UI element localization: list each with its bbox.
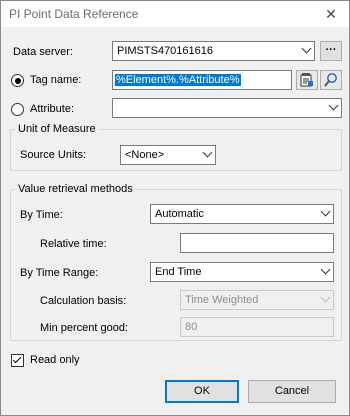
attribute-label: Attribute: (30, 103, 75, 115)
data-server-dropdown[interactable]: PIMSTS470161616 (112, 41, 315, 61)
unit-of-measure-title: Unit of Measure (15, 123, 99, 135)
close-icon: ✕ (325, 6, 337, 22)
close-button[interactable]: ✕ (317, 2, 345, 26)
chevron-down-icon (202, 147, 213, 158)
search-icon (324, 73, 337, 87)
chevron-down-icon (328, 100, 339, 111)
calculation-basis-dropdown[interactable]: Time Weighted (180, 290, 334, 310)
window-title: PI Point Data Reference (9, 7, 139, 21)
chevron-down-icon (320, 292, 331, 303)
attribute-dropdown[interactable] (112, 98, 342, 118)
source-units-value: <None> (125, 149, 165, 161)
data-server-browse-button[interactable]: ··· (320, 41, 342, 61)
by-time-range-dropdown[interactable]: End Time (150, 262, 334, 282)
pi-point-data-reference-dialog: PI Point Data Reference ✕ Data server: P… (0, 0, 350, 416)
tag-name-label: Tag name: (30, 74, 82, 86)
source-units-dropdown[interactable]: <None> (120, 145, 216, 165)
attribute-radio[interactable] (11, 103, 24, 116)
by-time-dropdown[interactable]: Automatic (150, 204, 334, 224)
cancel-button[interactable]: Cancel (248, 380, 336, 403)
chevron-down-icon (301, 43, 312, 54)
ok-button-label: OK (194, 385, 210, 397)
check-icon (12, 354, 22, 364)
title-bar: PI Point Data Reference ✕ (1, 1, 349, 27)
value-retrieval-title: Value retrieval methods (15, 183, 136, 195)
cancel-button-label: Cancel (274, 385, 310, 397)
min-percent-good-value: 80 (185, 321, 198, 333)
chevron-down-icon (320, 206, 331, 217)
ok-button[interactable]: OK (165, 380, 239, 403)
tag-search-button[interactable] (320, 70, 342, 90)
by-time-range-label: By Time Range: (20, 267, 99, 279)
by-time-value: Automatic (155, 208, 204, 220)
tag-properties-button[interactable] (296, 70, 318, 90)
tag-name-input[interactable]: %Element%.%Attribute% (112, 70, 292, 90)
calculation-basis-value: Time Weighted (185, 294, 259, 306)
relative-time-input[interactable] (180, 233, 334, 253)
tag-name-value: %Element%.%Attribute% (115, 74, 241, 86)
ellipsis-icon: ··· (325, 44, 337, 56)
calculation-basis-label: Calculation basis: (40, 295, 127, 307)
data-server-value: PIMSTS470161616 (117, 45, 214, 57)
read-only-label: Read only (30, 354, 80, 366)
relative-time-label: Relative time: (40, 238, 107, 250)
chevron-down-icon (320, 264, 331, 275)
tag-properties-icon (300, 73, 313, 87)
source-units-label: Source Units: (20, 149, 87, 161)
tag-name-radio[interactable] (11, 74, 24, 87)
min-percent-good-input[interactable]: 80 (180, 317, 334, 337)
min-percent-good-label: Min percent good: (40, 322, 129, 334)
read-only-checkbox[interactable] (11, 354, 24, 367)
by-time-label: By Time: (20, 209, 63, 221)
by-time-range-value: End Time (155, 266, 202, 278)
data-server-label: Data server: (13, 46, 73, 58)
